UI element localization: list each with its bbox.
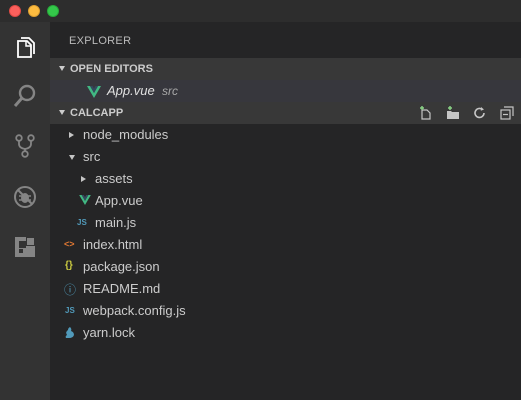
- tree-item-label: node_modules: [83, 127, 169, 142]
- tree-item-label: yarn.lock: [83, 325, 136, 340]
- yarn-icon: [65, 327, 76, 342]
- js-icon: JS: [77, 218, 87, 227]
- open-editors-label: OPEN EDITORS: [70, 63, 153, 75]
- tree-item-label: assets: [95, 171, 133, 186]
- chevron-down-icon: [59, 110, 65, 115]
- tree-item-label: src: [83, 149, 101, 164]
- tree-item-label: README.md: [83, 281, 161, 296]
- tree-item-yarn-lock[interactable]: yarn.lock: [50, 322, 521, 344]
- tree-item-readme-md[interactable]: ⓘ README.md: [50, 278, 521, 300]
- files-icon[interactable]: [0, 26, 50, 70]
- tree-item-app-vue[interactable]: App.vue: [50, 190, 521, 212]
- extensions-icon[interactable]: [0, 225, 50, 269]
- search-icon[interactable]: [0, 74, 50, 118]
- info-icon: ⓘ: [64, 283, 77, 297]
- new-folder-icon[interactable]: [445, 105, 461, 121]
- new-file-icon[interactable]: [418, 105, 434, 121]
- tree-item-main-js[interactable]: JS main.js: [50, 212, 521, 234]
- activity-bar: [0, 22, 50, 400]
- title-bar: [0, 0, 521, 22]
- chevron-right-icon: [81, 176, 86, 182]
- open-editors-header[interactable]: OPEN EDITORS: [50, 58, 521, 80]
- debug-icon[interactable]: [0, 175, 50, 219]
- js-icon: JS: [65, 306, 75, 315]
- maximize-window-button[interactable]: [47, 5, 59, 17]
- tree-item-label: App.vue: [95, 193, 143, 208]
- refresh-icon[interactable]: [472, 105, 488, 121]
- vue-icon: [87, 85, 101, 103]
- explorer-sidebar: EXPLORER OPEN EDITORS App.vue src CALCAP…: [50, 22, 521, 400]
- close-window-button[interactable]: [9, 5, 21, 17]
- source-control-icon[interactable]: [0, 124, 50, 168]
- project-header[interactable]: CALCAPP: [50, 102, 521, 124]
- tree-item-label: webpack.config.js: [83, 303, 186, 318]
- chevron-down-icon: [59, 66, 65, 71]
- tree-item-label: main.js: [95, 215, 137, 230]
- tree-item-assets[interactable]: assets: [50, 168, 521, 190]
- tree-item-label: index.html: [83, 237, 143, 252]
- json-icon: {}: [65, 260, 73, 271]
- tree-item-node-modules[interactable]: node_modules: [50, 124, 521, 146]
- minimize-window-button[interactable]: [28, 5, 40, 17]
- vscode-window: EXPLORER OPEN EDITORS App.vue src CALCAP…: [0, 0, 521, 400]
- open-editor-item[interactable]: App.vue src: [50, 80, 521, 102]
- open-editor-description: src: [162, 84, 178, 98]
- html-icon: <>: [64, 239, 75, 249]
- tree-item-src[interactable]: src: [50, 146, 521, 168]
- project-label: CALCAPP: [70, 107, 124, 119]
- explorer-title: EXPLORER: [69, 35, 132, 47]
- open-editor-name: App.vue: [107, 83, 155, 98]
- vue-icon: [79, 195, 91, 208]
- tree-item-webpack-config-js[interactable]: JS webpack.config.js: [50, 300, 521, 322]
- chevron-right-icon: [69, 132, 74, 138]
- tree-item-index-html[interactable]: <> index.html: [50, 234, 521, 256]
- chevron-down-icon: [69, 155, 75, 160]
- collapse-all-icon[interactable]: [499, 105, 515, 121]
- tree-item-package-json[interactable]: {} package.json: [50, 256, 521, 278]
- tree-item-label: package.json: [83, 259, 160, 274]
